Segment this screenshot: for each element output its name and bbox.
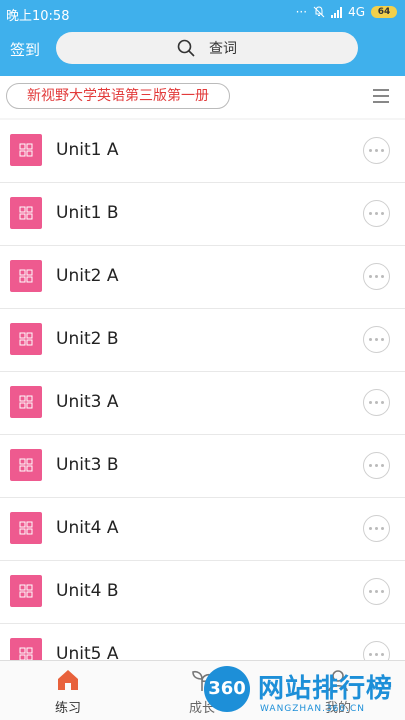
more-options-icon[interactable] [363, 515, 390, 542]
unit-label: Unit1 A [56, 140, 119, 160]
search-bar[interactable]: 查词 [56, 32, 358, 64]
checkin-button[interactable]: 签到 [10, 39, 40, 60]
home-icon [58, 670, 78, 690]
status-icons: ··· 4G 64 [296, 5, 397, 19]
more-options-icon[interactable] [363, 326, 390, 353]
unit-row[interactable]: Unit1 B [0, 183, 405, 246]
app-header: 晚上10:58 ··· 4G 64 签到 查词 [0, 0, 405, 76]
unit-label: Unit1 B [56, 203, 119, 223]
unit-label: Unit3 B [56, 455, 119, 475]
more-options-icon[interactable] [363, 263, 390, 290]
unit-row[interactable]: Unit2 B [0, 309, 405, 372]
unit-label: Unit4 A [56, 518, 119, 538]
book-selector[interactable]: 新视野大学英语第三版第一册 [6, 83, 230, 109]
unit-thumb-icon [10, 512, 42, 544]
mute-bell-icon [313, 6, 325, 18]
more-options-icon[interactable] [363, 137, 390, 164]
unit-thumb-icon [10, 638, 42, 660]
unit-thumb-icon [10, 134, 42, 166]
more-options-icon[interactable] [363, 641, 390, 660]
watermark-subtext: WANGZHAN.360.CN [260, 704, 366, 714]
unit-label: Unit2 B [56, 329, 119, 349]
unit-list: Unit1 A Unit1 B Unit2 A Unit2 B Unit3 A … [0, 120, 405, 660]
unit-thumb-icon [10, 260, 42, 292]
unit-row[interactable]: Unit5 A [0, 624, 405, 660]
unit-thumb-icon [10, 386, 42, 418]
tab-label: 练习 [54, 701, 81, 716]
search-label: 查词 [209, 41, 237, 57]
battery-icon: 64 [371, 6, 397, 18]
more-options-icon[interactable] [363, 389, 390, 416]
status-time: 晚上10:58 [6, 9, 70, 24]
search-icon [177, 39, 195, 57]
unit-thumb-icon [10, 197, 42, 229]
unit-row[interactable]: Unit1 A [0, 120, 405, 183]
unit-row[interactable]: Unit4 B [0, 561, 405, 624]
watermark: 360 网站排行榜 WANGZHAN.360.CN [196, 664, 405, 720]
unit-label: Unit3 A [56, 392, 119, 412]
more-options-icon[interactable] [363, 578, 390, 605]
more-options-icon[interactable] [363, 200, 390, 227]
unit-label: Unit4 B [56, 581, 119, 601]
watermark-text: 网站排行榜 [258, 674, 394, 704]
signal-icon [331, 6, 343, 18]
status-dots: ··· [295, 5, 308, 19]
unit-row[interactable]: Unit4 A [0, 498, 405, 561]
tab-practice[interactable]: 练习 [28, 667, 108, 716]
status-bar: 晚上10:58 ··· 4G 64 [0, 0, 405, 26]
unit-thumb-icon [10, 575, 42, 607]
unit-thumb-icon [10, 323, 42, 355]
unit-row[interactable]: Unit3 A [0, 372, 405, 435]
unit-label: Unit5 A [56, 644, 119, 660]
unit-row[interactable]: Unit3 B [0, 435, 405, 498]
unit-thumb-icon [10, 449, 42, 481]
unit-row[interactable]: Unit2 A [0, 246, 405, 309]
more-options-icon[interactable] [363, 452, 390, 479]
menu-icon[interactable] [373, 89, 389, 103]
watermark-logo: 360 [204, 666, 250, 712]
unit-label: Unit2 A [56, 266, 119, 286]
network-type: 4G [348, 5, 365, 19]
book-selector-bar: 新视野大学英语第三版第一册 [0, 76, 405, 118]
